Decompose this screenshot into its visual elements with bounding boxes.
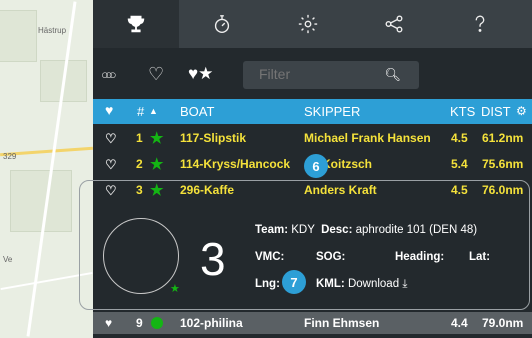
- row-num: 1: [136, 131, 143, 145]
- desc-value: aphrodite 101 (DEN 48): [355, 224, 478, 236]
- heart-outline-icon[interactable]: ♡: [105, 157, 117, 173]
- desc-label: Desc:: [321, 224, 353, 236]
- heart-icon[interactable]: ♥: [105, 102, 113, 118]
- row-dist: 61.2nm: [482, 131, 524, 145]
- step-badge: 7: [282, 270, 306, 294]
- filter-box: 🔍︎: [243, 61, 419, 89]
- gears-icon[interactable]: ⚙: [516, 104, 527, 118]
- map-field: [10, 170, 72, 232]
- heart-outline-icon[interactable]: ♡: [105, 131, 117, 147]
- kml-download-link[interactable]: Download: [348, 278, 399, 290]
- settings-icon: [298, 14, 318, 34]
- row-boat: 117-Slipstik: [180, 131, 247, 145]
- col-skipper[interactable]: SKIPPER: [304, 104, 360, 119]
- star-icon: ★: [150, 156, 164, 173]
- heart-icon[interactable]: ♡: [148, 64, 164, 85]
- stopwatch-icon: [214, 15, 230, 33]
- row-kts: 4.4: [451, 316, 468, 330]
- filter-input[interactable]: [243, 61, 395, 87]
- sog-label: SOG:: [316, 251, 346, 263]
- tab-help[interactable]: [437, 0, 523, 48]
- row-dist: 79.0nm: [482, 316, 524, 330]
- kml-line: KML: Download ⤓: [316, 278, 407, 291]
- filter-toolbar: ○○○ ♡ ♥★ 🔍︎: [93, 58, 532, 92]
- heading-label: Heading:: [395, 251, 445, 263]
- row-skipper: Michael Frank Hansen: [304, 131, 431, 145]
- map-place-label: 329: [3, 152, 17, 161]
- row-boat: 102-philina: [180, 316, 243, 330]
- vmc-label: VMC:: [255, 251, 285, 263]
- download-icon[interactable]: ⤓: [402, 278, 407, 290]
- heart-filled-icon[interactable]: ♥: [105, 316, 112, 330]
- position-circle: [103, 218, 179, 294]
- team-value: KDY: [291, 224, 315, 236]
- row-dist: 75.6nm: [482, 157, 524, 171]
- kml-label: KML:: [316, 278, 345, 290]
- detail-line-1: Team: KDY Desc: aphrodite 101 (DEN 48): [255, 224, 477, 236]
- row-skipper: Finn Ehmsen: [304, 316, 380, 330]
- tab-share[interactable]: [351, 0, 437, 48]
- col-num[interactable]: #: [137, 104, 144, 119]
- search-icon[interactable]: 🔍︎: [384, 67, 401, 83]
- star-icon: ★: [150, 130, 164, 147]
- star-icon: ★: [170, 283, 180, 295]
- map-place-label: Hästrup: [38, 26, 67, 35]
- team-label: Team:: [255, 224, 289, 236]
- col-dist[interactable]: DIST: [481, 104, 511, 119]
- lng-label: Lng:: [255, 278, 280, 290]
- table-row[interactable]: ♥ 9 102-philina Finn Ehmsen 4.4 79.0nm: [93, 312, 532, 334]
- sort-asc-icon: ▲: [149, 106, 158, 116]
- tab-leaderboard[interactable]: [93, 0, 179, 48]
- help-icon: [475, 15, 485, 32]
- table-header: ♥ # ▲ BOAT SKIPPER KTS DIST ⚙: [93, 99, 532, 124]
- heart-star-icon[interactable]: ♥★: [188, 64, 213, 84]
- tab-timer[interactable]: [179, 0, 265, 48]
- tab-settings[interactable]: [265, 0, 351, 48]
- map-place-label: Ve: [3, 255, 13, 264]
- col-kts[interactable]: KTS: [450, 104, 475, 119]
- tab-bar: [93, 0, 532, 48]
- col-boat[interactable]: BOAT: [180, 104, 214, 119]
- trophy-icon: [127, 15, 145, 33]
- map-field: [0, 10, 37, 62]
- row-kts: 5.4: [451, 157, 468, 171]
- table-row[interactable]: ♡ 1 ★ 117-Slipstik Michael Frank Hansen …: [93, 126, 532, 151]
- rings-icon[interactable]: ○○○: [101, 67, 116, 82]
- row-num: 9: [136, 316, 143, 330]
- share-icon: [385, 15, 403, 33]
- row-kts: 4.5: [451, 131, 468, 145]
- row-boat: 114-Kryss/Hancock: [180, 157, 291, 171]
- lat-label: Lat:: [469, 251, 491, 263]
- row-skipper: Koitzsch: [322, 157, 373, 171]
- rank-number: 3: [200, 233, 226, 285]
- row-num: 2: [136, 157, 143, 171]
- status-dot: [151, 317, 163, 329]
- step-badge: 6: [304, 154, 328, 178]
